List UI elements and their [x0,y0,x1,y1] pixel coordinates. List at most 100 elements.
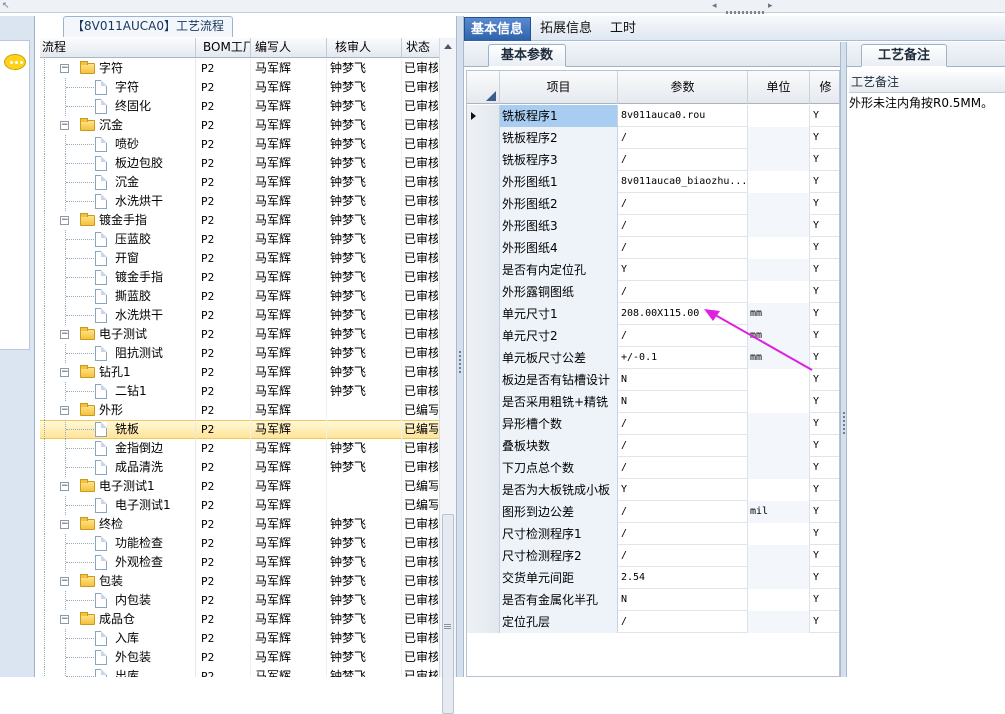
row-indicator[interactable] [467,589,500,611]
tree-row[interactable]: 金指倒边 P2 马军辉 钟梦飞 已审核 [40,439,439,458]
tree-row[interactable]: − 电子测试 P2 马军辉 钟梦飞 已审核 [40,325,439,344]
tree-node[interactable]: − 电子测试1 [40,477,196,496]
param-value-cell[interactable]: Y [618,259,748,281]
tree-node[interactable]: − 成品仓 [40,610,196,629]
param-item-cell[interactable]: 图形到边公差 [500,501,618,523]
tree-node[interactable]: 外包装 [40,648,196,667]
grid-row[interactable]: 外形图纸3/ Y [467,215,839,237]
tree-row[interactable]: 铣板 P2 马军辉 已编写 [40,420,439,439]
param-value-cell[interactable]: / [618,281,748,303]
param-value-cell[interactable]: Y [618,479,748,501]
tree-col-reviewer[interactable]: 核审人 [327,38,402,57]
tree-row[interactable]: 撕蓝胶 P2 马军辉 钟梦飞 已审核 [40,287,439,306]
collapse-toggle-icon[interactable]: − [60,615,69,624]
param-value-cell[interactable]: 208.00X115.00 [618,303,748,325]
row-indicator[interactable] [467,413,500,435]
collapse-toggle-icon[interactable]: − [60,406,69,415]
param-unit-cell[interactable] [748,457,810,479]
grid-row[interactable]: 尺寸检测程序2/ Y [467,545,839,567]
param-unit-cell[interactable]: mm [748,303,810,325]
collapse-toggle-icon[interactable]: − [60,121,69,130]
param-item-cell[interactable]: 是否有内定位孔 [500,259,618,281]
param-value-cell[interactable]: / [618,193,748,215]
tree-node[interactable]: 压蓝胶 [40,230,196,249]
tree-node[interactable]: 终固化 [40,97,196,116]
grid-row[interactable]: 铣板程序1 8v011auca0.rou Y [467,105,839,127]
collapse-toggle-icon[interactable]: − [60,216,69,225]
splitter-grip[interactable] [843,412,845,434]
row-indicator[interactable] [467,567,500,589]
param-unit-cell[interactable] [748,127,810,149]
param-item-cell[interactable]: 外形图纸1 [500,171,618,193]
param-unit-cell[interactable] [748,545,810,567]
param-value-cell[interactable]: / [618,149,748,171]
tree-node[interactable]: − 外形 [40,401,196,420]
tab-process-notes[interactable]: 工艺备注 [861,44,947,67]
tree-row[interactable]: 出库 P2 马军辉 钟梦飞 已审核 [40,667,439,677]
row-indicator[interactable] [467,545,500,567]
tree-node[interactable]: 镀金手指 [40,268,196,287]
param-unit-cell[interactable] [748,611,810,633]
param-item-cell[interactable]: 尺寸检测程序1 [500,523,618,545]
param-unit-cell[interactable] [748,589,810,611]
tree-col-bom[interactable]: BOM工厂 [196,38,251,57]
grid-col-item[interactable]: 项目 [500,71,618,104]
grid-notes-splitter[interactable] [840,42,847,677]
tree-node[interactable]: 板边包胶 [40,154,196,173]
tree-row[interactable]: 成品清洗 P2 马军辉 钟梦飞 已审核 [40,458,439,477]
tree-node[interactable]: 阻抗测试 [40,344,196,363]
grid-col-modify[interactable]: 修 [810,71,839,104]
param-unit-cell[interactable] [748,567,810,589]
collapse-toggle-icon[interactable]: − [60,482,69,491]
row-indicator[interactable] [467,479,500,501]
param-modify-cell[interactable]: Y [810,391,839,413]
param-value-cell[interactable]: / [618,545,748,567]
param-value-cell[interactable]: / [618,237,748,259]
grid-row[interactable]: 是否有金属化半孔 N Y [467,589,839,611]
param-unit-cell[interactable] [748,259,810,281]
splitter-grip[interactable] [459,351,461,373]
row-indicator[interactable] [467,611,500,633]
tree-row[interactable]: 字符 P2 马军辉 钟梦飞 已审核 [40,78,439,97]
tree-row[interactable]: 外观检查 P2 马军辉 钟梦飞 已审核 [40,553,439,572]
grid-row[interactable]: 外形图纸2/ Y [467,193,839,215]
tree-row[interactable]: 内包装 P2 马军辉 钟梦飞 已审核 [40,591,439,610]
row-indicator[interactable] [467,281,500,303]
tree-row[interactable]: 沉金 P2 马军辉 钟梦飞 已审核 [40,173,439,192]
param-item-cell[interactable]: 外形图纸4 [500,237,618,259]
grid-col-unit[interactable]: 单位 [748,71,810,104]
collapse-toggle-icon[interactable]: − [60,577,69,586]
tree-node[interactable]: 水洗烘干 [40,306,196,325]
param-item-cell[interactable]: 外形露铜图纸 [500,281,618,303]
param-unit-cell[interactable] [748,149,810,171]
tree-node[interactable]: − 字符 [40,59,196,78]
param-modify-cell[interactable]: Y [810,281,839,303]
param-value-cell[interactable]: / [618,215,748,237]
param-value-cell[interactable]: / [618,325,748,347]
param-item-cell[interactable]: 尺寸检测程序2 [500,545,618,567]
grid-row[interactable]: 铣板程序3/ Y [467,149,839,171]
param-modify-cell[interactable]: Y [810,545,839,567]
param-modify-cell[interactable]: Y [810,611,839,633]
tree-row[interactable]: 镀金手指 P2 马军辉 钟梦飞 已审核 [40,268,439,287]
tree-row[interactable]: 入库 P2 马军辉 钟梦飞 已审核 [40,629,439,648]
param-modify-cell[interactable]: Y [810,413,839,435]
tree-node[interactable]: 喷砂 [40,135,196,154]
row-indicator[interactable] [467,523,500,545]
tree-tab[interactable]: 【8V011AUCA0】工艺流程 [63,16,233,37]
grid-row[interactable]: 异形槽个数 / Y [467,413,839,435]
tree-scroll-thumb[interactable] [442,514,454,714]
param-modify-cell[interactable]: Y [810,523,839,545]
tree-row[interactable]: 阻抗测试 P2 马军辉 钟梦飞 已审核 [40,344,439,363]
row-indicator[interactable] [467,237,500,259]
collapse-toggle-icon[interactable]: − [60,520,69,529]
param-value-cell[interactable]: 8v011auca0_biaozhu... [618,171,748,193]
tree-row[interactable]: − 沉金 P2 马军辉 钟梦飞 已审核 [40,116,439,135]
grid-row[interactable]: 单元板尺寸公差 +/-0.1 mm Y [467,347,839,369]
param-value-cell[interactable]: / [618,457,748,479]
tree-col-writer[interactable]: 编写人 [251,38,327,57]
tree-node[interactable]: 开窗 [40,249,196,268]
tree-scrollbar[interactable] [439,38,456,714]
param-unit-cell[interactable] [748,281,810,303]
param-item-cell[interactable]: 定位孔层 [500,611,618,633]
